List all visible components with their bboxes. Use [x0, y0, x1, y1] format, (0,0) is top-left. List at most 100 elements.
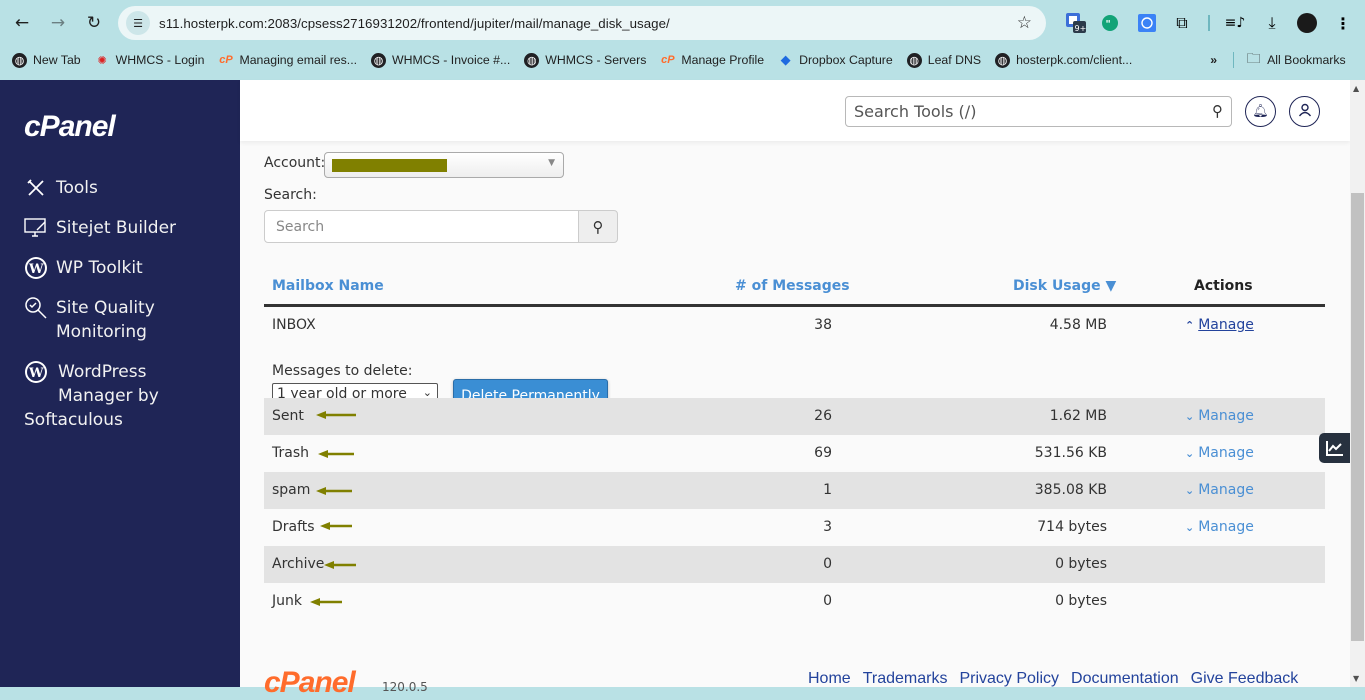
table-row: spam 1 385.08 KB ⌄ Manage: [264, 472, 1325, 509]
analytics-chart-button[interactable]: [1319, 433, 1350, 463]
sidebar-item-site-quality-monitoring[interactable]: Site Quality Monitoring: [24, 296, 155, 344]
scroll-up-arrow[interactable]: ▲: [1353, 84, 1359, 93]
message-count: 69: [814, 445, 832, 461]
extensions-puzzle-icon[interactable]: ⧉: [1172, 11, 1192, 35]
sidebar-item-tools[interactable]: Tools: [24, 176, 98, 200]
header-messages[interactable]: # of Messages: [735, 278, 850, 294]
mailbox-search-input[interactable]: Search: [264, 210, 579, 243]
bookmark-whmcs-login[interactable]: ✺ WHMCS - Login: [95, 53, 205, 68]
manage-link[interactable]: ⌄ Manage: [1185, 445, 1254, 461]
manage-link[interactable]: ⌄ Manage: [1185, 408, 1254, 424]
header-disk-usage[interactable]: Disk Usage ▼: [1013, 278, 1116, 294]
header-actions: Actions: [1194, 278, 1253, 294]
footer-links: Home Trademarks Privacy Policy Documenta…: [808, 670, 1310, 688]
chevron-up-icon: ⌃: [1185, 318, 1195, 332]
page-scrollbar[interactable]: ▲ ▼: [1350, 80, 1365, 687]
message-count: 26: [814, 408, 832, 424]
bookmark-managing-email[interactable]: cP Managing email res...: [218, 53, 357, 68]
extension-badge-icon[interactable]: 9+: [1065, 11, 1087, 35]
browser-menu-icon[interactable]: ⋮: [1333, 11, 1353, 35]
dropdown-arrow-icon: ▼: [548, 158, 555, 168]
scroll-down-arrow[interactable]: ▼: [1353, 674, 1359, 683]
bookmarks-divider: [1233, 52, 1235, 68]
globe-icon: ◍: [12, 52, 27, 68]
footer-link-documentation[interactable]: Documentation: [1071, 670, 1179, 688]
folder-icon: 🗀: [1246, 50, 1261, 66]
downloads-icon[interactable]: ⤓: [1262, 11, 1282, 35]
messages-to-delete-label: Messages to delete:: [272, 363, 413, 379]
sitejet-icon: [24, 216, 48, 240]
search-icon[interactable]: ⚲: [1212, 102, 1223, 120]
notifications-button[interactable]: 🔔︎: [1245, 96, 1276, 127]
svg-text:": ": [1106, 19, 1111, 30]
sidebar-item-sitejet-builder[interactable]: Sitejet Builder: [24, 216, 176, 240]
all-bookmarks-button[interactable]: 🗀 All Bookmarks: [1233, 50, 1346, 68]
search-icon: ⚲: [592, 217, 604, 236]
bookmark-hosterpk-client[interactable]: ◍ hosterpk.com/client...: [995, 52, 1132, 68]
svg-text:W: W: [28, 262, 44, 277]
bookmark-leaf-dns[interactable]: ◍ Leaf DNS: [906, 52, 981, 68]
disk-usage: 1.62 MB: [1049, 408, 1107, 424]
manage-link[interactable]: ⌄ Manage: [1185, 519, 1254, 535]
disk-usage: 714 bytes: [1037, 519, 1107, 535]
url-text[interactable]: s11.hosterpk.com:2083/cpsess2716931202/f…: [159, 16, 670, 31]
footer-link-privacy-policy[interactable]: Privacy Policy: [959, 670, 1059, 688]
bookmark-whmcs-invoice[interactable]: ◍ WHMCS - Invoice #...: [371, 52, 510, 68]
site-settings-icon[interactable]: ☰: [126, 11, 150, 35]
footer-link-home[interactable]: Home: [808, 670, 851, 688]
disk-usage: 0 bytes: [1055, 556, 1107, 572]
sidebar-item-wp-toolkit[interactable]: W WP Toolkit: [24, 256, 143, 280]
message-count: 0: [823, 556, 832, 572]
chevron-down-icon: ⌄: [1185, 483, 1195, 497]
back-button[interactable]: ←: [10, 11, 34, 35]
reload-button[interactable]: ↻: [82, 11, 106, 35]
search-button[interactable]: ⚲: [578, 210, 618, 243]
disk-usage: 385.08 KB: [1034, 482, 1107, 498]
footer-link-trademarks[interactable]: Trademarks: [863, 670, 948, 688]
message-count: 0: [823, 593, 832, 609]
toolbar-divider: [1207, 11, 1211, 35]
wordpress-icon: W: [24, 360, 48, 384]
cpanel-logo[interactable]: cPanel: [24, 110, 116, 144]
bookmark-new-tab[interactable]: ◍ New Tab: [12, 52, 81, 68]
more-bookmarks-button[interactable]: »: [1210, 53, 1217, 67]
mailbox-name: Archive: [272, 556, 325, 572]
manage-link[interactable]: ⌃ Manage: [1185, 317, 1254, 333]
annotation-arrow: [316, 487, 352, 495]
message-count: 3: [823, 519, 832, 535]
bookmark-star-icon[interactable]: ☆: [1017, 13, 1032, 33]
bookmark-whmcs-servers[interactable]: ◍ WHMCS - Servers: [524, 52, 646, 68]
message-count: 38: [814, 317, 832, 333]
account-select[interactable]: ▼: [324, 152, 564, 178]
user-menu-button[interactable]: [1289, 96, 1320, 127]
chevron-down-icon: ⌄: [1185, 409, 1195, 423]
sidebar-item-wordpress-manager-cont[interactable]: Softaculous: [24, 408, 123, 432]
profile-avatar[interactable]: [1296, 11, 1318, 35]
table-row: Junk 0 0 bytes: [264, 583, 1325, 620]
table-row: Trash 69 531.56 KB ⌄ Manage: [264, 435, 1325, 472]
chatgpt-extension-icon[interactable]: [1137, 11, 1157, 35]
manage-link[interactable]: ⌄ Manage: [1185, 482, 1254, 498]
header-mailbox-name[interactable]: Mailbox Name: [272, 278, 384, 294]
message-count: 1: [823, 482, 832, 498]
bookmark-dropbox-capture[interactable]: ◆ Dropbox Capture: [778, 52, 893, 68]
footer-cpanel-logo: cPanel: [264, 666, 356, 699]
globe-icon: ◍: [995, 52, 1011, 68]
quote-extension-icon[interactable]: ": [1100, 11, 1120, 35]
scrollbar-thumb[interactable]: [1351, 193, 1364, 641]
media-controls-icon[interactable]: ≡♪: [1225, 11, 1246, 35]
sidebar-item-wordpress-manager[interactable]: W WordPress Manager by: [24, 360, 159, 408]
table-row: Sent 26 1.62 MB ⌄ Manage: [264, 398, 1325, 435]
account-value-redacted: [332, 159, 447, 172]
footer-link-give-feedback[interactable]: Give Feedback: [1191, 670, 1299, 688]
globe-icon: ◍: [371, 52, 387, 68]
table-row: Drafts 3 714 bytes ⌄ Manage: [264, 509, 1325, 546]
bookmark-manage-profile[interactable]: cP Manage Profile: [660, 53, 764, 68]
search-tools-input[interactable]: Search Tools (/) ⚲: [845, 96, 1232, 127]
top-bar: Search Tools (/) ⚲ 🔔︎: [240, 80, 1350, 141]
table-row: Archive 0 0 bytes: [264, 546, 1325, 583]
chevron-down-icon: ⌄: [1185, 446, 1195, 460]
address-bar[interactable]: ☰ s11.hosterpk.com:2083/cpsess2716931202…: [118, 6, 1046, 40]
mailbox-name: Trash: [272, 445, 309, 461]
forward-button[interactable]: →: [46, 11, 70, 35]
